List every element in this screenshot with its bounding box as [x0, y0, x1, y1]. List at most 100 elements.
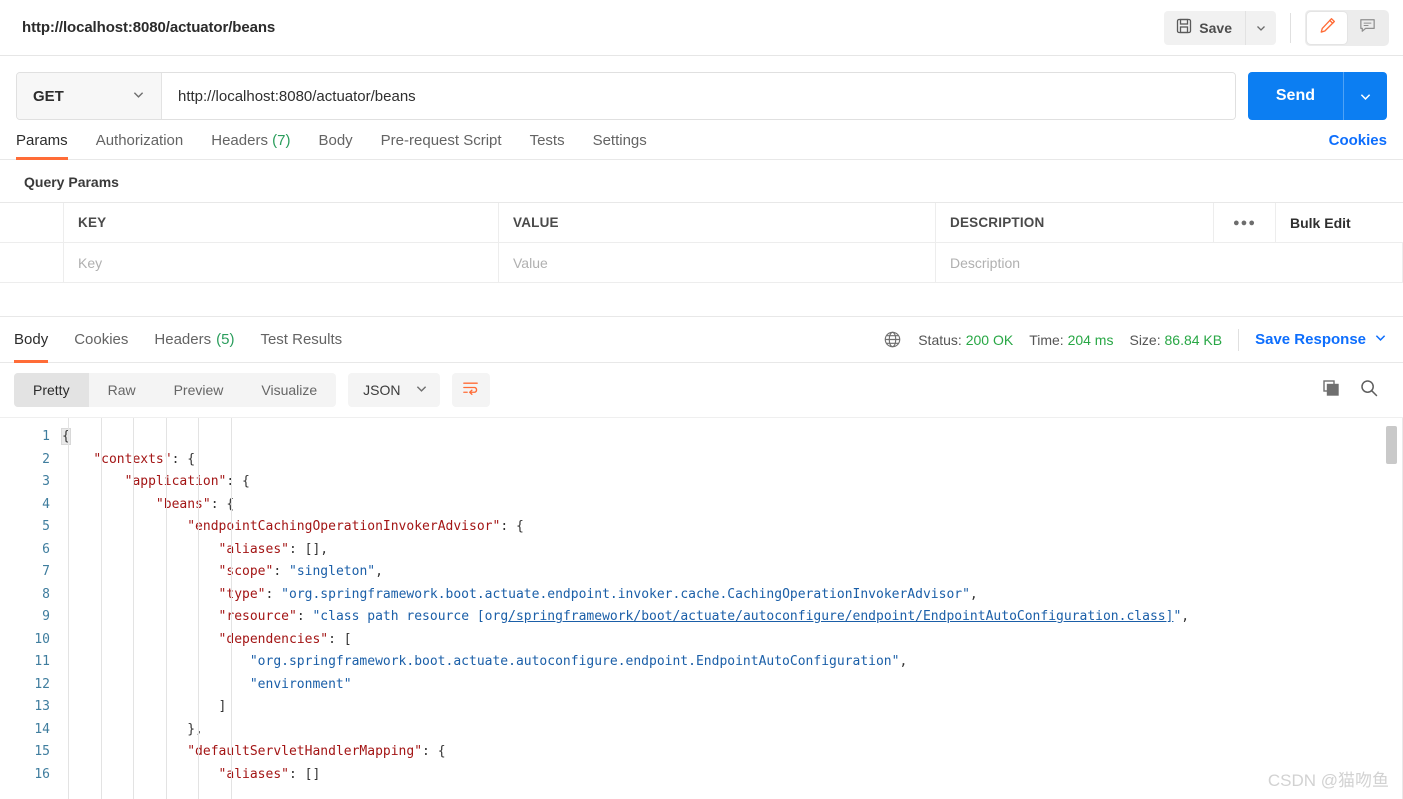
code-token: "aliases" [218, 541, 289, 557]
save-response-label: Save Response [1255, 331, 1366, 348]
code-token: : [296, 609, 313, 624]
response-tabs: Body Cookies Headers (5) Test Results St… [0, 317, 1403, 363]
response-tab-test-results[interactable]: Test Results [260, 317, 342, 363]
indent-guide [198, 418, 200, 799]
tab-tests[interactable]: Tests [530, 132, 565, 159]
viewer-mode-preview[interactable]: Preview [155, 373, 243, 407]
response-tab-headers[interactable]: Headers (5) [154, 317, 234, 363]
response-body-viewer[interactable]: 12345678910111213141516 { "contexts": { … [0, 417, 1403, 799]
code-token: , [375, 564, 383, 579]
code-line: "dependencies": [ [62, 629, 1403, 652]
copy-icon[interactable] [1321, 378, 1341, 403]
cookies-link[interactable]: Cookies [1329, 132, 1387, 159]
code-line: "resource": "class path resource [org/sp… [62, 606, 1403, 629]
send-button[interactable]: Send [1247, 72, 1343, 120]
comment-icon [1358, 16, 1377, 40]
response-meta: Status: 200 OK Time: 204 ms Size: 86.84 … [883, 328, 1387, 351]
description-input[interactable]: Description [936, 243, 1403, 282]
globe-icon [883, 330, 902, 349]
response-tab-body[interactable]: Body [14, 317, 49, 363]
send-button-group: Send [1247, 72, 1387, 120]
time-badge: Time: 204 ms [1029, 332, 1113, 348]
time-label: Time: [1029, 331, 1064, 348]
indent-guide [68, 418, 69, 799]
save-response-button[interactable]: Save Response [1255, 331, 1387, 348]
edit-pencil-button[interactable] [1307, 11, 1347, 44]
column-header-value: VALUE [499, 203, 936, 242]
code-token: "endpointCachingOperationInvokerAdvisor" [187, 519, 501, 534]
code-token: "beans" [155, 496, 211, 512]
status-label: Status: [918, 331, 962, 348]
word-wrap-toggle[interactable] [451, 373, 490, 407]
line-number: 14 [34, 721, 50, 737]
code-token: : { [500, 519, 524, 534]
tab-headers[interactable]: Headers (7) [211, 132, 290, 159]
postman-window: http://localhost:8080/actuator/beans Sav… [0, 0, 1403, 799]
tab-tests-label: Tests [529, 132, 565, 149]
view-mode-icon-group [1305, 9, 1389, 46]
code-token: , [1181, 609, 1190, 624]
response-tab-cookies[interactable]: Cookies [74, 317, 128, 363]
tab-authorization[interactable]: Authorization [96, 132, 184, 159]
url-input[interactable]: http://localhost:8080/actuator/beans [162, 73, 1235, 119]
code-line: "application": { [62, 471, 1403, 494]
code-token: : { [422, 744, 446, 759]
url-bar: GET http://localhost:8080/actuator/beans… [0, 56, 1403, 120]
table-spacer [0, 283, 1403, 317]
format-select[interactable]: JSON [348, 373, 440, 407]
code-token: "class path resource [org [312, 609, 509, 624]
search-icon[interactable] [1359, 378, 1379, 403]
code-line: }, [62, 719, 1403, 742]
http-method-select[interactable]: GET [17, 73, 162, 119]
line-number: 5 [42, 519, 50, 534]
line-number: 12 [34, 676, 50, 692]
line-number: 3 [42, 474, 50, 489]
line-number: 15 [34, 744, 50, 759]
ellipsis-icon[interactable]: ●●● [1214, 203, 1276, 242]
send-options-caret[interactable] [1343, 72, 1387, 120]
tab-headers-label: Headers [211, 132, 268, 149]
code-token: "scope" [218, 564, 274, 579]
query-params-table: KEY VALUE DESCRIPTION ●●● Bulk Edit Key … [0, 202, 1403, 317]
code-token: "environment" [249, 676, 352, 692]
code-token: "aliases" [218, 766, 289, 782]
response-tab-cookies-label: Cookies [74, 331, 129, 348]
tab-params[interactable]: Params [16, 132, 68, 160]
json-code-content[interactable]: { "contexts": { "application": { "beans"… [61, 418, 1403, 799]
line-number: 4 [42, 496, 50, 512]
code-token: "defaultServletHandlerMapping" [187, 744, 423, 759]
line-number: 11 [34, 654, 50, 669]
size-value: 86.84 KB [1164, 331, 1223, 348]
comment-button[interactable] [1347, 12, 1387, 44]
code-token: "dependencies" [218, 631, 329, 647]
code-line: "org.springframework.boot.actuate.autoco… [62, 651, 1403, 674]
toolbar-divider [1290, 12, 1291, 43]
code-line: ] [62, 696, 1403, 719]
header-checkbox-cell [0, 203, 64, 242]
status-value: 200 OK [965, 331, 1014, 348]
indent-guide [133, 418, 135, 799]
code-line: "scope": "singleton", [62, 561, 1403, 584]
viewer-mode-pretty[interactable]: Pretty [14, 373, 89, 407]
value-input[interactable]: Value [499, 243, 936, 282]
viewer-action-icons [1321, 378, 1387, 403]
vertical-scrollbar-thumb[interactable] [1386, 426, 1397, 464]
save-button[interactable]: Save [1164, 10, 1246, 45]
save-options-caret[interactable] [1246, 11, 1276, 45]
key-input[interactable]: Key [64, 243, 499, 282]
bulk-edit-button[interactable]: Bulk Edit [1276, 203, 1403, 242]
viewer-mode-raw[interactable]: Raw [89, 373, 155, 407]
tab-body[interactable]: Body [318, 132, 352, 159]
url-input-group: GET http://localhost:8080/actuator/beans [16, 72, 1236, 120]
tab-params-label: Params [16, 132, 68, 149]
title-bar: http://localhost:8080/actuator/beans Sav… [0, 0, 1403, 56]
chevron-down-icon [132, 88, 145, 105]
code-token[interactable]: /springframework/boot/actuate/autoconfig… [508, 609, 1173, 624]
row-checkbox[interactable] [0, 243, 64, 282]
response-tab-headers-count: (5) [216, 331, 235, 348]
viewer-mode-visualize[interactable]: Visualize [242, 373, 336, 407]
tab-pre-request-script[interactable]: Pre-request Script [381, 132, 502, 159]
code-line: "contexts": { [62, 449, 1403, 472]
response-tab-headers-label: Headers [154, 331, 212, 348]
tab-settings[interactable]: Settings [593, 132, 647, 159]
